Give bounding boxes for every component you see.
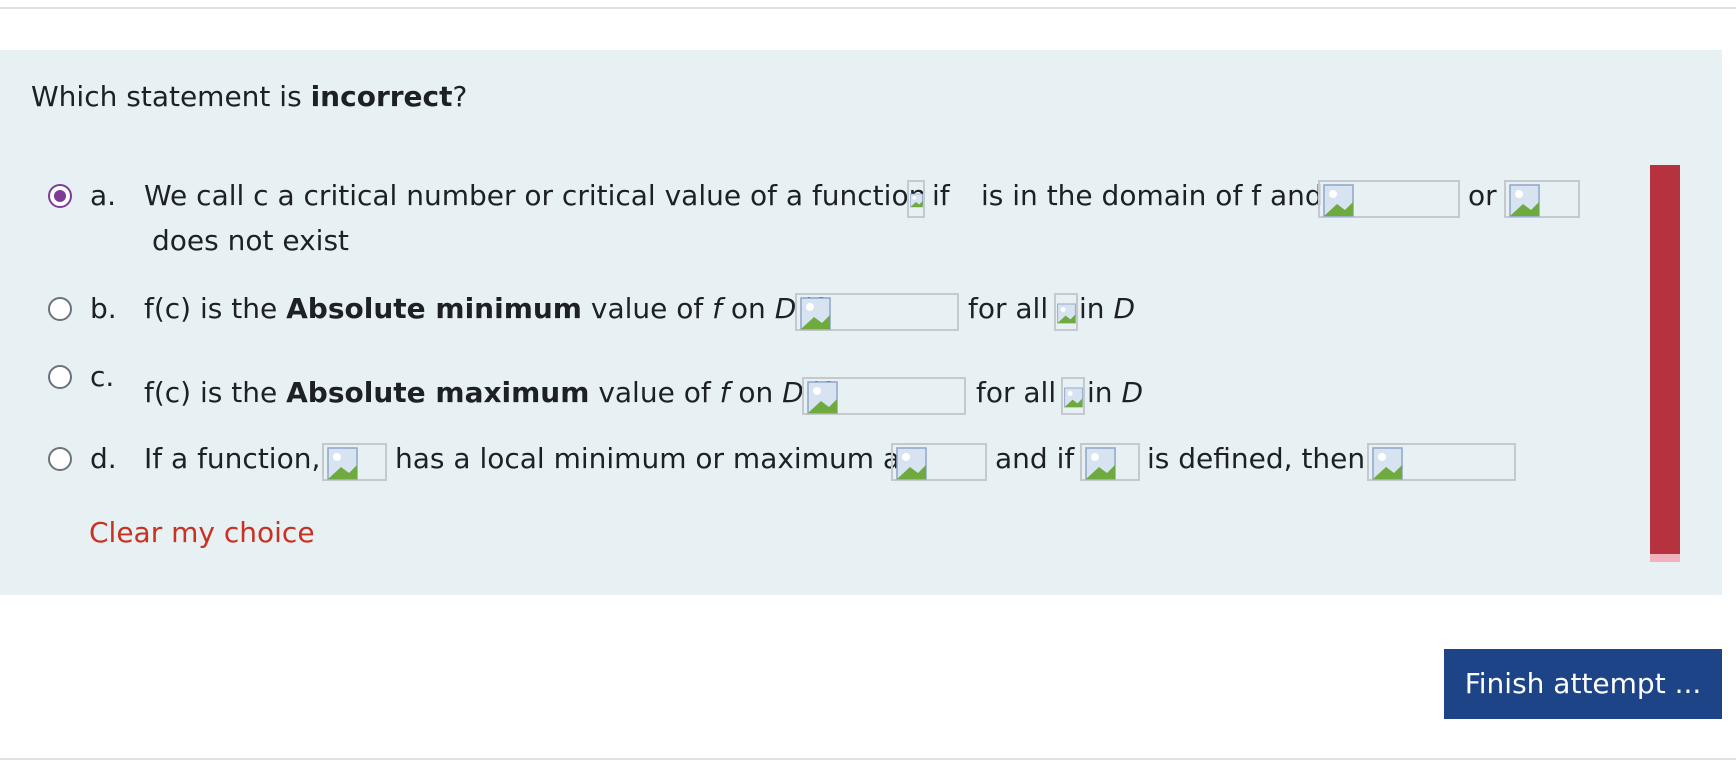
broken-image-glyph <box>1064 387 1083 408</box>
option-c-italic-3: D <box>1121 376 1143 409</box>
broken-image-glyph <box>1057 303 1076 324</box>
broken-image-glyph <box>1323 184 1354 217</box>
question-suffix: ? <box>452 80 468 113</box>
option-c-italic-2: D <box>782 376 804 409</box>
broken-image-icon <box>1080 443 1140 481</box>
broken-image-icon <box>795 293 959 331</box>
question-text: Which statement is incorrect? <box>31 80 467 114</box>
option-d-text-1: If a function, <box>144 442 321 475</box>
broken-image-glyph <box>910 193 923 208</box>
option-a-text-4: or <box>1468 179 1497 212</box>
broken-image-glyph <box>807 381 838 414</box>
option-b-text-6a: in <box>1079 292 1114 325</box>
top-divider <box>0 7 1736 9</box>
broken-image-icon <box>1061 377 1085 415</box>
option-b-text-5: for all <box>968 292 1049 325</box>
option-c-text-6: in D <box>1087 376 1143 410</box>
question-emphasis: incorrect <box>310 80 453 113</box>
option-b-italic-3: D <box>1113 292 1135 325</box>
option-b-text-1: f(c) is the <box>144 292 287 325</box>
option-a-text-2: if <box>932 179 950 212</box>
broken-image-icon <box>1318 180 1460 218</box>
option-d-text-3: and if <box>995 442 1075 475</box>
option-b-text-6: in D <box>1079 292 1135 326</box>
option-b-text-2: value of <box>581 292 713 325</box>
radio-option-b[interactable] <box>48 297 72 321</box>
scrollbar-track-end <box>1650 554 1680 562</box>
broken-image-icon <box>322 443 387 481</box>
broken-image-glyph <box>1372 447 1403 480</box>
option-d-text-2: has a local minimum or maximum at <box>395 442 912 475</box>
broken-image-icon <box>802 377 966 415</box>
broken-image-glyph <box>1085 447 1116 480</box>
option-b-italic-2: D <box>774 292 797 325</box>
option-c-text-1: f(c) is the <box>144 376 287 409</box>
radio-option-d[interactable] <box>48 447 72 471</box>
option-a-text-3: is in the domain of f and <box>981 179 1323 212</box>
option-a-text-5: does not exist <box>152 224 350 257</box>
broken-image-glyph <box>896 447 927 480</box>
option-c-text-2: value of <box>589 376 720 409</box>
option-d-letter: d. <box>90 442 117 475</box>
broken-image-icon <box>1367 443 1516 481</box>
broken-image-icon <box>891 443 987 481</box>
option-c-text: f(c) is the Absolute maximum value of f … <box>144 376 830 410</box>
option-c-text-3: on <box>729 376 783 409</box>
option-c-text-6a: in <box>1087 376 1122 409</box>
option-c-text-5: for all <box>976 376 1057 409</box>
option-b-letter: b. <box>90 292 117 325</box>
scrollbar-thumb[interactable] <box>1650 165 1680 561</box>
radio-option-c[interactable] <box>48 365 72 389</box>
broken-image-glyph <box>327 447 358 480</box>
finish-attempt-button[interactable]: Finish attempt ... <box>1444 649 1722 719</box>
question-prefix: Which statement is <box>31 80 311 113</box>
option-b-bold: Absolute minimum <box>286 292 582 325</box>
broken-image-glyph <box>1509 184 1540 217</box>
option-c-italic-1: f <box>719 376 730 409</box>
radio-option-a[interactable] <box>48 184 72 208</box>
quiz-page: Which statement is incorrect? a. We call… <box>0 0 1736 766</box>
broken-image-icon <box>1504 180 1580 218</box>
option-b-italic-1: f <box>712 292 723 325</box>
clear-choice-link[interactable]: Clear my choice <box>89 516 315 550</box>
bottom-divider <box>0 758 1736 760</box>
broken-image-glyph <box>800 297 831 330</box>
option-d-text-4: is defined, then <box>1147 442 1366 475</box>
broken-image-icon <box>1054 293 1078 331</box>
option-c-letter: c. <box>90 360 115 393</box>
option-a-text-1: We call c a critical number or critical … <box>144 179 927 212</box>
option-b-text: f(c) is the Absolute minimum value of f … <box>144 292 823 326</box>
option-a-letter: a. <box>90 179 117 212</box>
option-c-bold: Absolute maximum <box>286 376 590 409</box>
option-b-text-3: on <box>722 292 775 325</box>
broken-image-icon <box>907 180 925 218</box>
